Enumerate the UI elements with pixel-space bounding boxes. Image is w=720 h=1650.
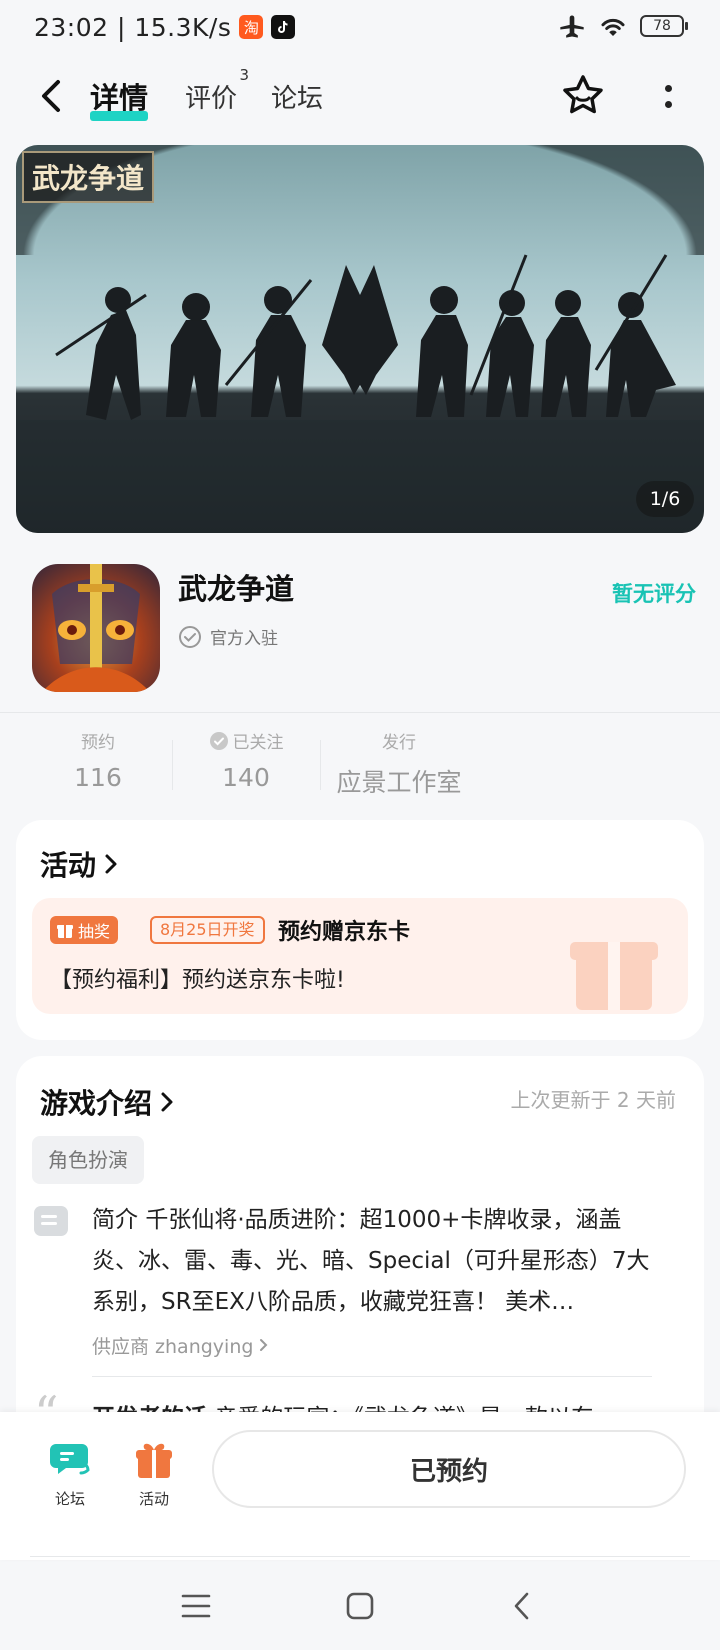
menu-icon [181, 1594, 211, 1618]
chevron-left-icon [42, 80, 60, 112]
system-navigation-bar [0, 1562, 720, 1650]
stat-label: 预约 [81, 733, 115, 753]
divider [30, 1556, 690, 1557]
banner-game-logo: 武龙争道 [22, 151, 155, 203]
supplier-link[interactable]: 供应商 zhangying [92, 1332, 269, 1359]
game-intro-card: 游戏介绍 上次更新于 2 天前 角色扮演 简介 千张仙将·品质进阶：超1000+… [16, 1056, 704, 1442]
activity-card: 活动 抽奖 8月25日开奖 预约赠京东卡 【预约福利】预约送京东卡啦! [16, 820, 704, 1040]
system-back-button[interactable] [500, 1584, 544, 1628]
more-options-button[interactable] [656, 78, 680, 114]
tab-forum[interactable]: 论坛 [271, 78, 323, 115]
forum-icon [50, 1444, 90, 1475]
star-icon [563, 75, 603, 114]
document-icon [34, 1206, 68, 1236]
app-name: 武龙争道 [178, 572, 295, 606]
gift-icon [136, 1443, 172, 1478]
last-updated-text: 上次更新于 2 天前 [510, 1088, 676, 1112]
activity-item[interactable]: 抽奖 8月25日开奖 预约赠京东卡 【预约福利】预约送京东卡啦! [32, 898, 688, 1014]
gift-decoration-icon [570, 942, 658, 1010]
forum-button[interactable]: 论坛 [40, 1440, 100, 1509]
stat-value: 140 [222, 763, 270, 792]
back-button[interactable] [36, 76, 72, 116]
stat-label: 发行 [382, 733, 416, 753]
status-time: 23:02 | 15.3K/s [34, 12, 232, 42]
stat-label: 已关注 [196, 728, 296, 753]
stat-value: 116 [74, 763, 122, 792]
gift-icon [57, 925, 73, 938]
stat-followers[interactable]: 已关注 140 [196, 728, 296, 792]
reviews-count-badge: 3 [239, 66, 250, 84]
status-icons: 78 [558, 12, 688, 40]
battery-indicator: 78 [640, 15, 688, 37]
app-icon [32, 564, 160, 692]
chevron-right-icon [161, 1092, 173, 1112]
activity-button-label: 活动 [138, 1490, 169, 1508]
wifi-icon [601, 18, 625, 36]
home-button[interactable] [338, 1584, 382, 1628]
official-label: 官方入驻 [210, 629, 278, 649]
more-dot-icon [664, 84, 672, 92]
divider [92, 1376, 652, 1377]
supplier-label: 供应商 zhangying [92, 1336, 254, 1358]
draw-date-tag: 8月25日开奖 [150, 916, 265, 944]
activity-button[interactable]: 活动 [124, 1440, 184, 1509]
lottery-tag-label: 抽奖 [78, 922, 111, 941]
bottom-action-bar: 论坛 活动 已预约 [0, 1412, 720, 1560]
stat-separator [172, 740, 173, 790]
chevron-left-icon [514, 1592, 529, 1620]
reserved-button[interactable]: 已预约 [212, 1430, 686, 1508]
screenshot-banner[interactable]: 武龙争道 1/6 [16, 145, 704, 533]
rating-text: 暂无评分 [612, 582, 696, 606]
game-intro-section-title[interactable]: 游戏介绍 [40, 1082, 174, 1122]
stat-publisher[interactable]: 发行 应景工作室 [334, 728, 464, 799]
summary-text: 千张仙将·品质进阶：超1000+卡牌收录，涵盖炎、冰、雷、毒、光、暗、Speci… [92, 1207, 650, 1315]
divider [0, 712, 720, 713]
lottery-tag: 抽奖 [50, 916, 119, 944]
genre-tag[interactable]: 角色扮演 [32, 1136, 144, 1184]
status-bar: 23:02 | 15.3K/s 淘 78 [0, 0, 720, 54]
summary-label: 简介 [92, 1207, 138, 1233]
tab-reviews[interactable]: 评价 3 [185, 66, 249, 115]
heart-check-icon [209, 731, 228, 750]
tab-reviews-label: 评价 [185, 84, 238, 114]
tab-details[interactable]: 详情 [90, 75, 149, 121]
chevron-right-icon [105, 854, 117, 874]
check-circle-icon [179, 625, 201, 648]
game-summary[interactable]: 简介 千张仙将·品质进阶：超1000+卡牌收录，涵盖炎、冰、雷、毒、光、暗、Sp… [92, 1200, 652, 1323]
banner-page-counter: 1/6 [636, 481, 694, 517]
forum-button-label: 论坛 [54, 1490, 85, 1508]
stat-value: 应景工作室 [336, 768, 462, 797]
stat-separator [320, 740, 321, 790]
stat-reservations: 预约 116 [56, 728, 140, 792]
activity-title: 活动 [40, 849, 97, 882]
stat-label-text: 已关注 [232, 733, 284, 753]
recent-apps-button[interactable] [174, 1584, 218, 1628]
more-dot-icon [664, 100, 672, 108]
official-badge: 官方入驻 [178, 624, 278, 649]
activity-section-title[interactable]: 活动 [40, 844, 118, 884]
chevron-right-icon [260, 1339, 268, 1351]
tiktok-app-icon [271, 15, 296, 39]
game-intro-title: 游戏介绍 [40, 1087, 153, 1120]
banner-artwork [16, 254, 704, 533]
home-square-icon [346, 1592, 374, 1620]
taobao-app-icon: 淘 [239, 15, 264, 39]
header: 详情 评价 3 论坛 [0, 60, 720, 130]
favorite-button[interactable] [560, 73, 606, 119]
airplane-icon [560, 15, 584, 38]
tab-forum-label: 论坛 [271, 84, 324, 114]
tab-details-label: 详情 [90, 81, 149, 115]
activity-item-desc: 【预约福利】预约送京东卡啦! [50, 968, 345, 993]
activity-item-title: 预约赠京东卡 [278, 920, 411, 945]
